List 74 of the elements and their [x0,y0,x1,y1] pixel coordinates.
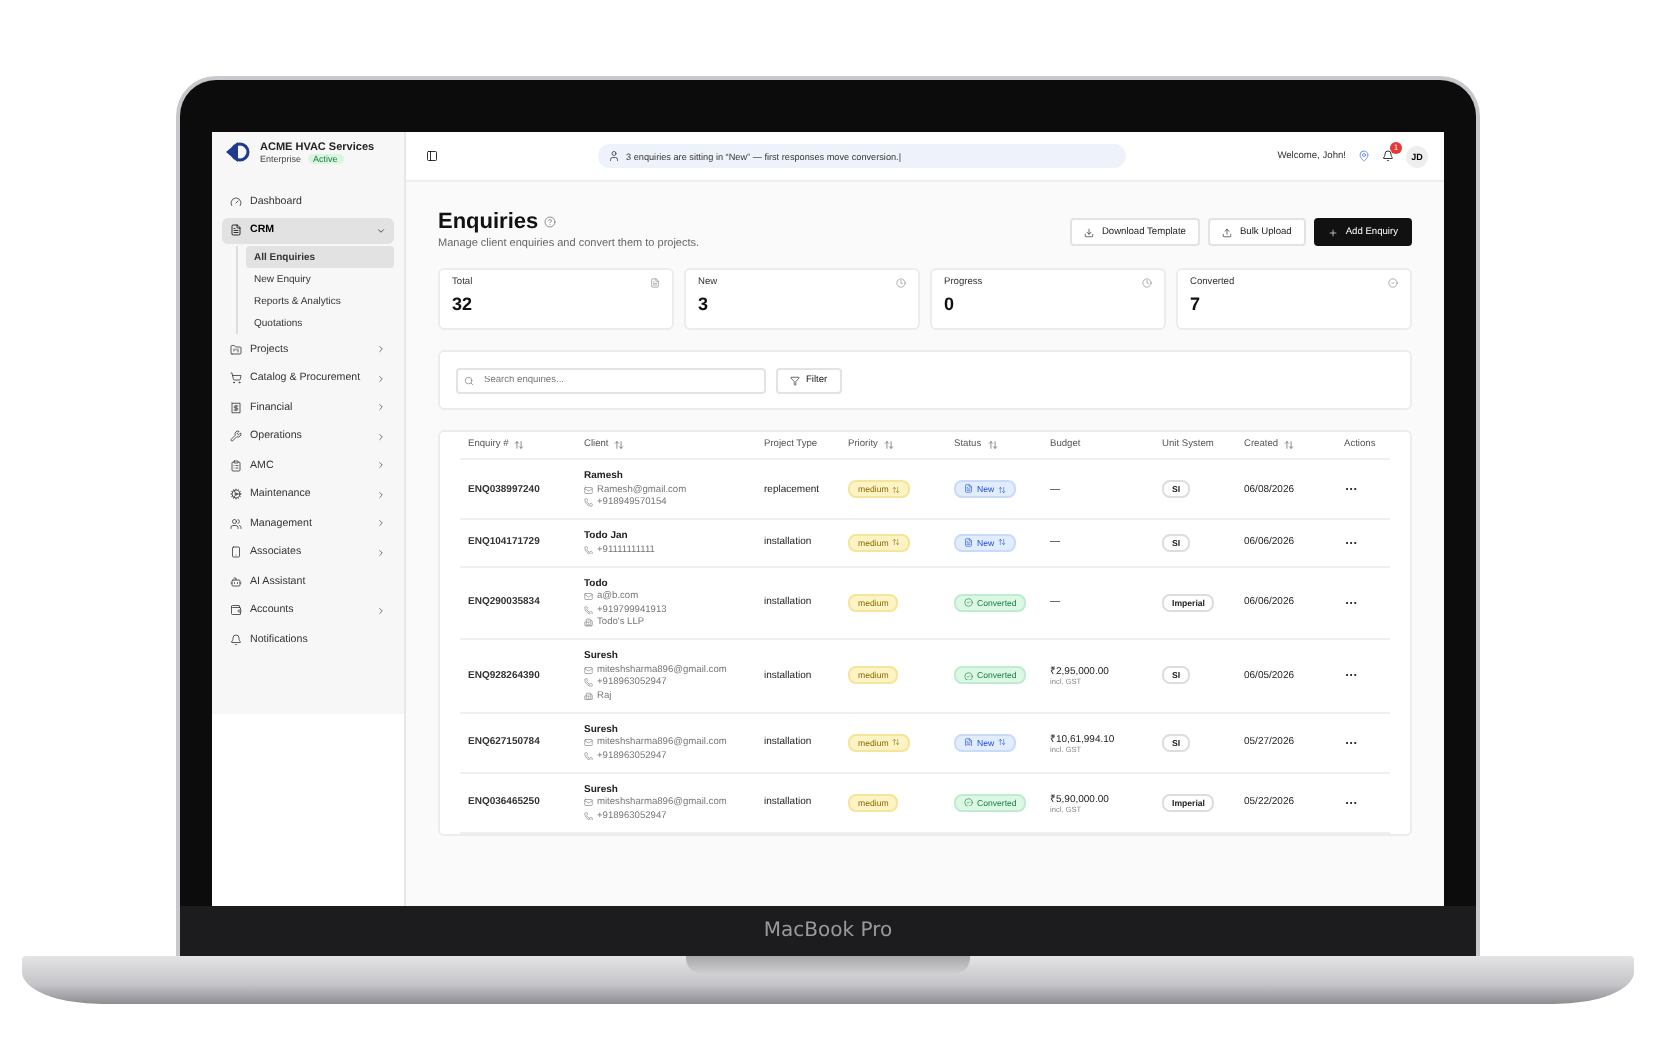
phone-device-icon [230,546,242,559]
phone-icon [584,545,593,555]
chevron-right-icon [376,344,386,355]
sort-icon [514,440,525,450]
phone-icon [584,811,593,821]
users-icon [230,517,242,530]
document-icon [964,538,973,547]
chevron-right-icon [376,431,386,442]
help-icon [544,216,557,228]
check-circle-icon [964,797,973,807]
folder-icon [230,343,242,356]
sort-icon [998,738,1007,746]
sort-icon [614,440,625,450]
stat-value: 0 [944,294,957,314]
download-icon [1083,227,1094,237]
upload-icon [1221,227,1232,237]
mail-icon [584,485,593,495]
phone-icon [584,498,593,508]
chevron-right-icon [376,373,386,384]
phone-icon [584,751,593,761]
plus-icon [1327,227,1338,237]
check-circle-icon [964,671,973,680]
document-icon [964,484,973,494]
sort-icon [883,440,894,450]
mail-icon [584,665,593,675]
clock-icon [1142,278,1152,288]
person-icon [608,150,620,162]
filter-icon [790,375,800,385]
search-icon [464,375,474,385]
logo-icon [224,140,252,164]
building-icon [584,691,593,701]
mail-icon [584,798,593,808]
receipt-icon [230,401,242,414]
document-icon [650,278,660,288]
document-icon [230,224,242,237]
check-circle-icon [1388,278,1398,288]
chevron-right-icon [376,547,386,558]
bell-icon[interactable] [1382,150,1394,162]
chevron-right-icon [376,402,386,413]
chevron-right-icon [376,489,386,500]
sort-icon [1284,440,1295,450]
sort-icon [892,485,901,493]
sort-icon [998,538,1007,547]
page-title: Enquiries [438,210,539,234]
stat-value: 3 [698,294,711,314]
stat-value: 32 [452,294,475,314]
mail-icon [584,738,593,748]
building-icon [584,618,593,628]
gear-icon [230,488,242,501]
chevron-right-icon [376,518,386,529]
chevron-right-icon [376,605,386,616]
gauge-icon [230,195,242,208]
chevron-down-icon [376,225,386,236]
phone-icon [584,605,593,615]
phone-icon [584,678,593,688]
sort-icon [892,538,901,547]
wrench-icon [230,430,242,443]
sort-icon [892,738,901,746]
clock-icon [896,278,906,288]
clipboard-icon [230,459,242,472]
sidebar-toggle-icon[interactable] [426,150,438,162]
pin-icon [1358,150,1370,162]
stat-value: 7 [1190,294,1203,314]
robot-icon [230,575,242,588]
bell-icon [230,633,242,646]
chevron-right-icon [376,460,386,471]
document-icon [964,737,973,747]
mail-icon [584,592,593,602]
laptop-brand-label: MacBook Pro [763,920,893,942]
sort-icon [987,440,998,450]
cart-icon [230,372,242,385]
check-circle-icon [964,598,973,607]
wallet-icon [230,604,242,617]
sort-icon [998,485,1007,493]
